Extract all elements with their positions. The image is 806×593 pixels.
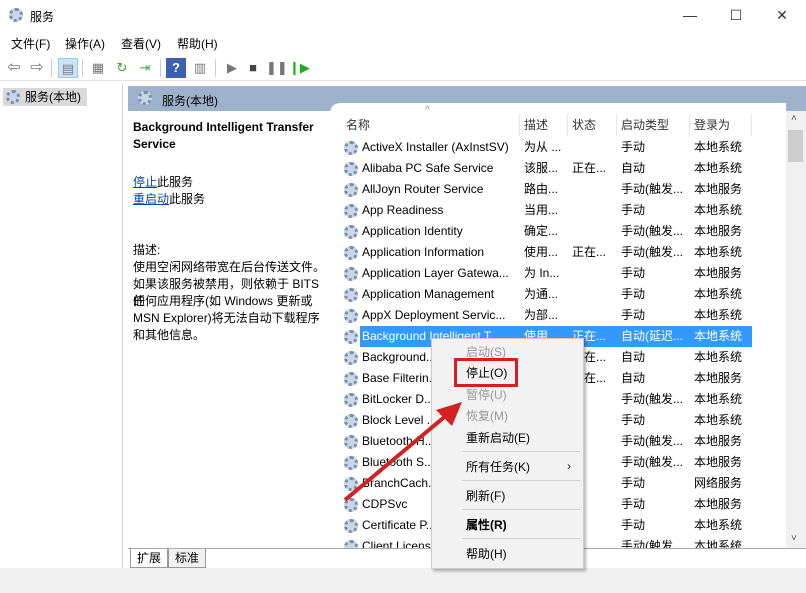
annotation-arrow	[0, 0, 806, 593]
arrow-shaft	[345, 414, 448, 500]
